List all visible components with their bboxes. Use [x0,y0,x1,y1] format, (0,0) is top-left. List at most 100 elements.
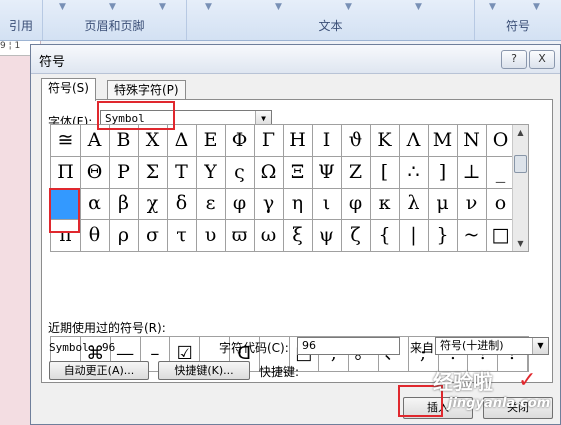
symbol-cell[interactable]: κ [370,188,400,220]
symbol-cell[interactable]: φ [341,188,371,220]
symbol-cell[interactable]: Λ [399,125,429,157]
symbol-cell[interactable]: Ν [457,125,487,157]
dialog-titlebar[interactable]: 符号 ? X [31,45,560,74]
symbol-cell[interactable]: φ [225,188,255,220]
symbol-cell[interactable]: Σ [138,156,168,189]
shortcut-label: 快捷键: [259,365,300,379]
symbol-cell[interactable]: ε [196,188,226,220]
symbol-grid[interactable]: ≅ Α Β Χ Δ Ε Φ Γ Η Ιϑ Κ Λ Μ Ν Ο Π Θ Ρ Σ Τ Υς Ω Ξ Ψ Ζ[∴] ⊥ _ α β χ δ ε φ γ η… [50,124,529,252]
symbol-cell[interactable]: ξ [283,219,313,252]
char-code-label: 字符代码(C): [219,341,289,355]
ribbon-group-label: 符号 [505,19,530,33]
symbol-cell[interactable]: Χ [138,125,168,157]
help-button[interactable]: ? [501,50,527,69]
symbol-cell[interactable]: Ω [254,156,284,189]
symbol-cell[interactable]: π [51,219,81,252]
character-name: Symbol: 96 [49,341,116,354]
ribbon-group-label: 文本 [318,19,343,33]
watermark-text: 经验啦 [433,370,493,394]
symbol-cell[interactable]: | [399,219,429,252]
symbol-cell[interactable]: Υ [196,156,226,189]
ribbon-group-text[interactable]: ▼ ▼ ▼ ▼ 文本 [187,0,475,40]
symbol-cell[interactable]: Ε [196,125,226,157]
chevron-down-icon: ▼ [205,2,212,12]
chevron-down-icon: ▼ [59,2,66,12]
ribbon-group-label: 页眉和页脚 [84,19,145,33]
symbol-cell[interactable]: μ [428,188,458,220]
ribbon-group-references[interactable]: 引用 [0,0,43,40]
tab-special-characters[interactable]: 特殊字符(P) [107,80,186,100]
symbol-cell[interactable]: Ι [312,125,342,157]
symbol-cell[interactable]: ≅ [51,125,81,157]
symbol-cell[interactable]: Ξ [283,156,313,189]
watermark-url: jingyanla.com [448,396,551,411]
symbol-cell[interactable]: Δ [167,125,197,157]
symbol-cell[interactable]: η [283,188,313,220]
symbol-cell[interactable]: χ [138,188,168,220]
symbol-cell[interactable]: Κ [370,125,400,157]
symbol-cell[interactable]: Β [109,125,139,157]
scroll-down-icon[interactable]: ▼ [513,236,528,251]
checkmark-icon: ✓ [518,368,537,393]
symbol-cell[interactable]: ς [225,156,255,189]
symbol-cell[interactable]: ⊥ [457,156,487,189]
symbol-cell[interactable]: τ [167,219,197,252]
symbol-cell[interactable]: Ρ [109,156,139,189]
symbol-cell[interactable]: β [109,188,139,220]
symbol-cell[interactable]: υ [196,219,226,252]
ribbon-group-label: 引用 [8,19,33,33]
autocorrect-button[interactable]: 自动更正(A)... [49,361,149,380]
symbol-cell[interactable]: γ [254,188,284,220]
symbol-cell[interactable]: ι [312,188,342,220]
close-button[interactable]: X [529,50,555,69]
symbol-cell[interactable]: ρ [109,219,139,252]
recent-symbols-label: 近期使用过的符号(R): [48,321,166,335]
symbol-cell[interactable]: Τ [167,156,197,189]
symbol-cell[interactable]: [ [370,156,400,189]
symbol-cell[interactable]: ψ [312,219,342,252]
symbol-cell[interactable]: { [370,219,400,252]
tab-symbols[interactable]: 符号(S) [41,78,96,101]
shortcut-key-button[interactable]: 快捷键(K)... [158,361,250,380]
char-code-input[interactable]: 96 [297,337,400,355]
symbol-cell[interactable]: λ [399,188,429,220]
chevron-down-icon: ▼ [489,2,496,12]
symbol-grid-scrollbar[interactable]: ▲ ▼ [512,125,528,251]
symbol-cell[interactable]: ϖ [225,219,255,252]
symbol-cell[interactable]: Π [51,156,81,189]
symbol-cell[interactable] [51,188,81,220]
from-select[interactable]: 符号(十进制) ▼ [435,337,549,355]
chevron-down-icon: ▼ [415,2,422,12]
symbol-cell[interactable]: Μ [428,125,458,157]
chevron-down-icon: ▼ [159,2,166,12]
scroll-up-icon[interactable]: ▲ [513,125,528,140]
chevron-down-icon: ▼ [345,2,352,12]
chevron-down-icon: ▼ [275,2,282,12]
chevron-down-icon: ▼ [109,2,116,12]
symbol-cell[interactable]: ] [428,156,458,189]
symbol-cell[interactable]: ζ [341,219,371,252]
dialog-title: 符号 [39,55,66,70]
symbol-cell[interactable]: θ [80,219,110,252]
symbol-cell[interactable]: σ [138,219,168,252]
symbol-cell[interactable]: ν [457,188,487,220]
symbol-cell[interactable]: Γ [254,125,284,157]
symbol-cell[interactable]: α [80,188,110,220]
symbol-cell[interactable]: Α [80,125,110,157]
symbol-cell[interactable]: ~ [457,219,487,252]
symbol-cell[interactable]: } [428,219,458,252]
symbol-cell[interactable]: Η [283,125,313,157]
ribbon-group-symbols[interactable]: ▼ ▼ 符号 [475,0,561,40]
symbol-cell[interactable]: Ψ [312,156,342,189]
symbol-cell[interactable]: ∴ [399,156,429,189]
ribbon-group-header-footer[interactable]: ▼ ▼ ▼ 页眉和页脚 [43,0,187,40]
symbol-cell[interactable]: Ζ [341,156,371,189]
scrollbar-thumb[interactable] [514,155,527,173]
from-select-value: 符号(十进制) [440,339,504,352]
symbol-cell[interactable]: δ [167,188,197,220]
symbol-cell[interactable]: Θ [80,156,110,189]
chevron-down-icon[interactable]: ▼ [532,338,548,354]
symbol-cell[interactable]: ω [254,219,284,252]
symbol-cell[interactable]: Φ [225,125,255,157]
symbol-cell[interactable]: ϑ [341,125,371,157]
